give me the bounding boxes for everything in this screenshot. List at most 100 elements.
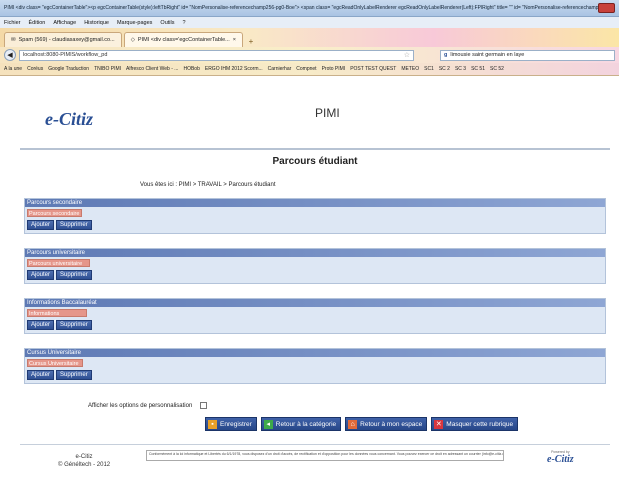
section-parcours-universitaire: Parcours universitaire Parcours universi… — [24, 248, 606, 284]
back-to-category-label: Retour à la catégorie — [275, 420, 337, 428]
page-content: e-Citiz PIMI Parcours étudiant Vous êtes… — [20, 76, 610, 493]
delete-button[interactable]: Supprimer — [56, 320, 92, 330]
bookmark-item[interactable]: SC 51 — [471, 66, 485, 72]
back-arrow-icon[interactable]: ◀ — [4, 49, 16, 61]
menu-bookmarks[interactable]: Marque-pages — [117, 20, 152, 26]
page-icon: ◇ — [130, 37, 135, 43]
mail-icon: ✉ — [11, 37, 16, 43]
section-header: Informations Baccalauréat — [25, 299, 605, 307]
bookmark-item[interactable]: Google Traduction — [48, 66, 89, 72]
section-buttons: Ajouter Supprimer — [27, 370, 92, 380]
section-informations-baccalaureat: Informations Baccalauréat Informations B… — [24, 298, 606, 334]
close-tab-icon[interactable]: × — [233, 37, 236, 43]
menu-history[interactable]: Historique — [84, 20, 109, 26]
tab-label: Spam (569) - claudiasaxey@gmail.co... — [18, 37, 115, 43]
hide-section-button[interactable]: ✕ Masquer cette rubrique — [431, 417, 519, 431]
menu-file[interactable]: Fichier — [4, 20, 21, 26]
page-title: Parcours étudiant — [272, 156, 358, 167]
menu-tools[interactable]: Outils — [160, 20, 174, 26]
new-tab-button[interactable]: + — [245, 35, 257, 47]
section-buttons: Ajouter Supprimer — [27, 270, 92, 280]
section-header: Parcours universitaire — [25, 249, 605, 257]
action-buttons: ▪ Enregistrer ◂ Retour à la catégorie ⌂ … — [205, 417, 519, 431]
url-field[interactable]: localhost:8080-PIMIS/workflow_pd ☆ — [19, 49, 414, 61]
footer-divider — [20, 444, 610, 445]
add-button[interactable]: Ajouter — [27, 320, 55, 330]
bookmark-item[interactable]: POST TEST QUEST — [350, 66, 396, 72]
bookmark-item[interactable]: METEO — [401, 66, 419, 72]
bookmark-item[interactable]: Coréus — [27, 66, 43, 72]
personalization-label: Afficher les options de personnalisation — [88, 402, 193, 409]
search-input[interactable]: g limousie saint germain en laye — [440, 49, 615, 61]
add-button[interactable]: Ajouter — [27, 270, 55, 280]
window-title: PIMI <div class= "egcContainerTable"><p … — [4, 5, 598, 11]
section-buttons: Ajouter Supprimer — [27, 320, 92, 330]
url-text: localhost:8080-PIMIS/workflow_pd — [23, 52, 108, 58]
breadcrumb: Vous êtes ici : PIMI > TRAVAIL > Parcour… — [140, 182, 276, 188]
header-divider — [20, 148, 610, 150]
legal-notice: Conformément à la loi informatique et Li… — [146, 450, 504, 461]
save-icon: ▪ — [208, 419, 217, 429]
close-window-button[interactable] — [597, 3, 615, 13]
delete-button[interactable]: Supprimer — [56, 220, 92, 230]
back-to-category-button[interactable]: ◂ Retour à la catégorie — [260, 417, 342, 431]
section-field[interactable]: Parcours secondaire — [27, 209, 82, 217]
section-parcours-secondaire: Parcours secondaire Parcours secondaire … — [24, 198, 606, 234]
app-name: PIMI — [315, 106, 340, 120]
navigation-bar: ◀ localhost:8080-PIMIS/workflow_pd ☆ g l… — [0, 47, 619, 63]
bookmark-item[interactable]: SC 52 — [490, 66, 504, 72]
section-field[interactable]: Parcours universitaire — [27, 259, 90, 267]
ecitiz-logo[interactable]: e-Citiz — [45, 109, 93, 130]
section-field[interactable]: Informations Baccalauréat — [27, 309, 87, 325]
bookmark-item[interactable]: ERGO IHM 2012 Scorm... — [205, 66, 263, 72]
bookmark-item[interactable]: Carnierhar — [268, 66, 292, 72]
section-buttons: Ajouter Supprimer — [27, 220, 92, 230]
bookmark-item[interactable]: SC1 — [424, 66, 434, 72]
delete-button[interactable]: Supprimer — [56, 370, 92, 380]
site-header: e-Citiz PIMI — [20, 76, 610, 148]
footer-brand-name: e-Citiz — [75, 454, 93, 460]
search-engine-icon[interactable]: g — [444, 52, 447, 58]
section-header: Parcours secondaire — [25, 199, 605, 207]
section-field[interactable]: Cursus Universitaire — [27, 359, 83, 367]
bookmark-item[interactable]: HOBob — [183, 66, 199, 72]
hide-section-label: Masquer cette rubrique — [446, 420, 514, 428]
star-icon[interactable]: ☆ — [404, 51, 410, 59]
bookmark-item[interactable]: Compnet — [296, 66, 316, 72]
bookmark-item[interactable]: TNIBO PIMI — [94, 66, 121, 72]
footer-brand: e-Citiz © Généltech - 2012 — [58, 453, 110, 469]
add-button[interactable]: Ajouter — [27, 370, 55, 380]
menu-help[interactable]: ? — [182, 20, 185, 26]
bookmarks-bar: A la une Coréus Google Traduction TNIBO … — [0, 63, 619, 76]
window-titlebar: PIMI <div class= "egcContainerTable"><p … — [0, 0, 619, 17]
section-cursus-universitaire: Cursus Universitaire Cursus Universitair… — [24, 348, 606, 384]
personalization-options: Afficher les options de personnalisation — [88, 402, 208, 409]
bookmark-item[interactable]: A la une — [4, 66, 22, 72]
bookmark-item[interactable]: SC 2 — [439, 66, 450, 72]
tab-bar: ✉ Spam (569) - claudiasaxey@gmail.co... … — [0, 28, 619, 47]
hide-icon: ✕ — [434, 419, 444, 429]
tab-pimi[interactable]: ◇ PIMI <div class='egcContainerTable... … — [123, 32, 243, 47]
tab-label: PIMI <div class='egcContainerTable... — [137, 37, 230, 43]
save-button[interactable]: ▪ Enregistrer — [205, 417, 257, 431]
save-label: Enregistrer — [220, 420, 252, 428]
menu-view[interactable]: Affichage — [53, 20, 76, 26]
personalization-checkbox[interactable] — [200, 402, 208, 409]
tab-gmail[interactable]: ✉ Spam (569) - claudiasaxey@gmail.co... — [4, 32, 122, 47]
add-button[interactable]: Ajouter — [27, 220, 55, 230]
bookmark-item[interactable]: Alfresco Client Web - ... — [126, 66, 178, 72]
search-value: limousie saint germain en laye — [450, 52, 525, 58]
powered-by-logo[interactable]: e-Citiz — [547, 454, 574, 465]
powered-by: Powered by e-Citiz — [547, 450, 574, 465]
back-to-space-label: Retour à mon espace — [360, 420, 423, 428]
bookmark-item[interactable]: SC 3 — [455, 66, 466, 72]
delete-button[interactable]: Supprimer — [56, 270, 92, 280]
bookmark-item[interactable]: Proto PIMI — [322, 66, 346, 72]
menu-bar: Fichier Édition Affichage Historique Mar… — [0, 17, 619, 28]
section-header: Cursus Universitaire — [25, 349, 605, 357]
back-arrow-icon: ◂ — [263, 419, 273, 429]
back-to-space-button[interactable]: ⌂ Retour à mon espace — [345, 417, 428, 431]
home-icon: ⌂ — [348, 419, 358, 429]
menu-edit[interactable]: Édition — [29, 20, 46, 26]
footer-copyright: © Généltech - 2012 — [58, 462, 111, 468]
